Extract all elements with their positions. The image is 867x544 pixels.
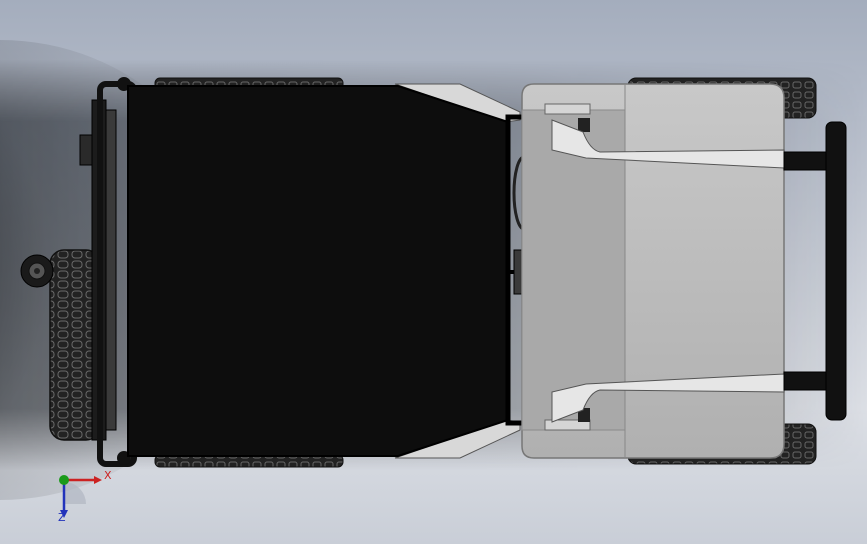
triad-x-label: X [104, 469, 112, 482]
front-bumper [783, 121, 847, 421]
graphics-viewport[interactable]: X Y Z [0, 0, 867, 544]
jeep-model-top-view[interactable] [0, 0, 867, 544]
triad-z-label: Z [58, 511, 66, 524]
coordinate-triad: X Y Z [40, 462, 120, 532]
triad-y-axis [59, 475, 69, 485]
body-tub [127, 85, 509, 457]
spare-tire [20, 249, 101, 441]
